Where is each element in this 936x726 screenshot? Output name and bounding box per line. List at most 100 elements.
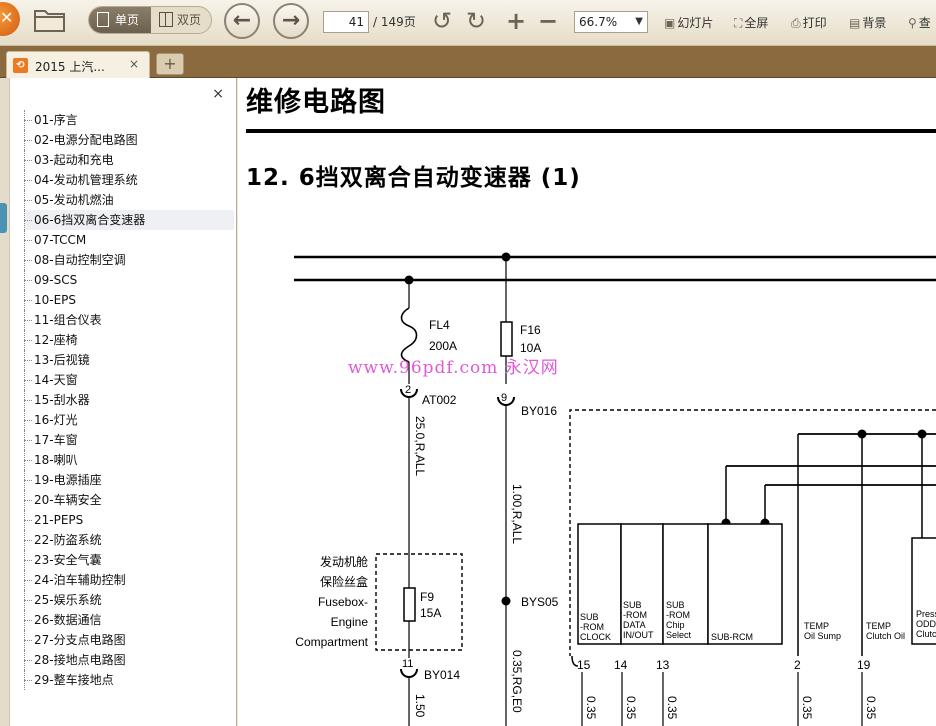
open-folder-icon[interactable] (34, 8, 66, 32)
double-page-button[interactable]: 双页 (151, 7, 211, 33)
bookmark-item[interactable]: 16-灯光 (24, 410, 234, 430)
bookmark-item[interactable]: 23-安全气囊 (24, 550, 234, 570)
bookmark-item[interactable]: 17-车窗 (24, 430, 234, 450)
module-text: TEMP (866, 621, 892, 631)
bookmark-panel: × 01-序言 02-电源分配电路图 03-起动和充电 04-发动机管理系统 05-发动… (10, 78, 237, 726)
splice-bys05 (501, 596, 511, 606)
close-tab-icon[interactable]: × (129, 57, 139, 71)
bookmark-item[interactable]: 10-EPS (24, 290, 234, 310)
document-tab[interactable]: ⟲ 2015 上汽... × (6, 51, 150, 78)
pin-at002: 2 (405, 384, 412, 396)
bookmark-item[interactable]: 09-SCS (24, 270, 234, 290)
bookmark-item[interactable]: 12-座椅 (24, 330, 234, 350)
fusebox-label: 发动机舱 保险丝盒 Fusebox- Engine Compartment (276, 552, 368, 652)
bookmark-label: 06-6挡双离合变速器 (34, 213, 146, 227)
wire-label: 0.35 (584, 696, 598, 720)
fusebox-en-1: Fusebox- (317, 595, 368, 609)
bookmark-item[interactable]: 24-泊车辅助控制 (24, 570, 234, 590)
bookmark-label: 04-发动机管理系统 (34, 173, 138, 187)
rotate-left-icon[interactable]: ↺ (432, 6, 452, 36)
zoom-select[interactable]: 66.7% ▼ (574, 11, 648, 33)
double-page-label: 双页 (177, 13, 202, 27)
bookmark-item[interactable]: 27-分支点电路图 (24, 630, 234, 650)
single-page-button[interactable]: 单页 (89, 7, 151, 33)
previous-page-button[interactable]: ← (224, 3, 260, 39)
label-bys05: BYS05 (521, 595, 559, 609)
bookmark-item[interactable]: 03-起动和充电 (24, 150, 234, 170)
bookmark-label: 29-整车接地点 (34, 673, 114, 687)
search-icon: ⚲ (908, 16, 917, 30)
bookmark-item[interactable]: 04-发动机管理系统 (24, 170, 234, 190)
bookmark-item[interactable]: 20-车辆安全 (24, 490, 234, 510)
bookmark-item[interactable]: 02-电源分配电路图 (24, 130, 234, 150)
bookmark-label: 22-防盗系统 (34, 533, 102, 547)
background-button[interactable]: ▤ 背景 (849, 14, 886, 31)
arrow-right-icon: → (281, 8, 301, 33)
label-at002: AT002 (422, 393, 457, 407)
next-page-button[interactable]: → (273, 3, 309, 39)
label-f9: F9 (420, 590, 435, 604)
side-strip (0, 78, 10, 726)
bookmark-item[interactable]: 05-发动机燃油 (24, 190, 234, 210)
module-label: SUB -ROM Chip Select (666, 600, 691, 640)
document-page: 维修电路图 12. 6挡双离合自动变速器 (1) FL4 200A F16 10… (238, 78, 936, 726)
background-label: 背景 (862, 16, 887, 30)
module-text: Oil Sump (804, 631, 842, 641)
page-total: / 149页 (373, 15, 416, 29)
bookmark-item[interactable]: 18-喇叭 (24, 450, 234, 470)
bookmark-item[interactable]: 06-6挡双离合变速器 (24, 210, 234, 230)
pin-label: 13 (656, 658, 670, 672)
zoom-out-icon[interactable]: − (538, 6, 558, 36)
zoom-in-icon[interactable]: + (506, 6, 526, 36)
module-text: CLOCK (580, 632, 612, 642)
fullscreen-icon: ⛶ (734, 16, 743, 30)
bookmark-item[interactable]: 07-TCCM (24, 230, 234, 250)
module-text: Chip (666, 620, 685, 630)
bookmark-item[interactable]: 08-自动控制空调 (24, 250, 234, 270)
fullscreen-button[interactable]: ⛶ 全屏 (734, 14, 768, 31)
bookmark-list: 01-序言 02-电源分配电路图 03-起动和充电 04-发动机管理系统 05-发动机燃… (24, 110, 234, 690)
slideshow-label: 幻灯片 (677, 16, 714, 30)
module-text: -ROM (623, 610, 647, 620)
bookmark-item[interactable]: 25-娱乐系统 (24, 590, 234, 610)
print-button[interactable]: ⎙ 打印 (791, 14, 827, 31)
fusebox-en-2: Engine (330, 615, 368, 629)
app-logo-icon[interactable] (0, 2, 20, 36)
pin-label: 19 (857, 658, 871, 672)
single-page-label: 单页 (115, 13, 140, 27)
wire-label: 0.35 (864, 696, 878, 720)
label-fl4-amp: 200A (429, 339, 458, 353)
pin-label: 2 (794, 658, 801, 672)
bookmark-item[interactable]: 19-电源插座 (24, 470, 234, 490)
pdf-file-icon: ⟲ (13, 58, 28, 73)
module-text: Clutch Oil (866, 631, 906, 641)
module-label: Press ODD Clutc (916, 609, 936, 639)
bookmark-item[interactable]: 22-防盗系统 (24, 530, 234, 550)
module-text: SUB (666, 600, 685, 610)
bookmark-item[interactable]: 13-后视镜 (24, 350, 234, 370)
bookmark-label: 26-数据通信 (34, 613, 102, 627)
module-text: -ROM (666, 610, 690, 620)
module-text: Select (666, 630, 692, 640)
bookmark-item[interactable]: 28-接地点电路图 (24, 650, 234, 670)
label-f9-amp: 15A (420, 606, 442, 620)
find-button[interactable]: ⚲ 查 (908, 14, 931, 31)
bookmark-panel-tab[interactable] (0, 203, 7, 233)
bookmark-item[interactable]: 26-数据通信 (24, 610, 234, 630)
bookmark-label: 11-组合仪表 (34, 313, 102, 327)
page-number-input[interactable]: 41 (323, 11, 369, 33)
bookmark-item[interactable]: 21-PEPS (24, 510, 234, 530)
bookmark-label: 24-泊车辅助控制 (34, 573, 126, 587)
bookmark-item[interactable]: 14-天窗 (24, 370, 234, 390)
new-tab-button[interactable]: + (156, 53, 184, 75)
bookmark-label: 14-天窗 (34, 373, 78, 387)
slideshow-button[interactable]: ▣ 幻灯片 (664, 14, 713, 31)
bookmark-item[interactable]: 15-刮水器 (24, 390, 234, 410)
module-label: SUB -ROM CLOCK (580, 612, 611, 642)
close-panel-icon[interactable]: × (212, 86, 224, 102)
bookmark-item[interactable]: 01-序言 (24, 110, 234, 130)
bookmark-item[interactable]: 11-组合仪表 (24, 310, 234, 330)
rotate-right-icon[interactable]: ↻ (466, 6, 486, 36)
bookmark-label: 05-发动机燃油 (34, 193, 114, 207)
bookmark-item[interactable]: 29-整车接地点 (24, 670, 234, 690)
